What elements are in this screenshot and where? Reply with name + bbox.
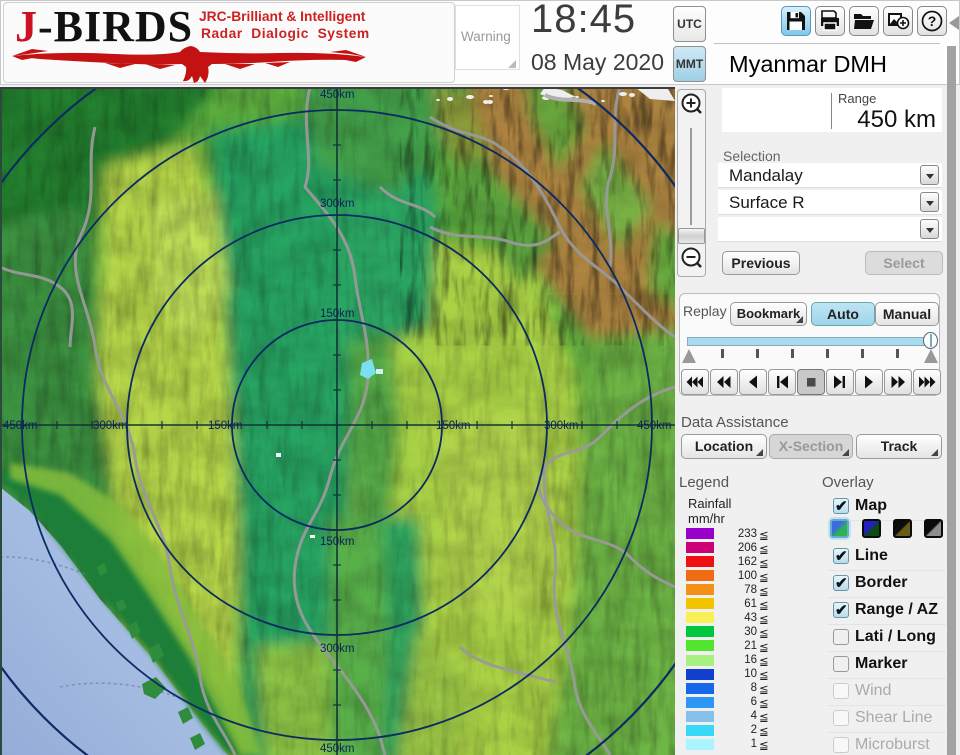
svg-text:300km: 300km xyxy=(93,420,128,432)
svg-text:300km: 300km xyxy=(320,198,355,210)
svg-text:150km: 150km xyxy=(320,308,355,320)
svg-text:?: ? xyxy=(928,13,937,29)
svg-text:300km: 300km xyxy=(544,420,579,432)
svg-text:450km: 450km xyxy=(320,89,355,101)
svg-text:450km: 450km xyxy=(320,743,355,755)
svg-text:150km: 150km xyxy=(320,536,355,548)
svg-text:150km: 150km xyxy=(208,420,243,432)
svg-text:150km: 150km xyxy=(436,420,471,432)
svg-text:450km: 450km xyxy=(637,420,672,432)
svg-text:300km: 300km xyxy=(320,643,355,655)
svg-text:450km: 450km xyxy=(3,420,38,432)
